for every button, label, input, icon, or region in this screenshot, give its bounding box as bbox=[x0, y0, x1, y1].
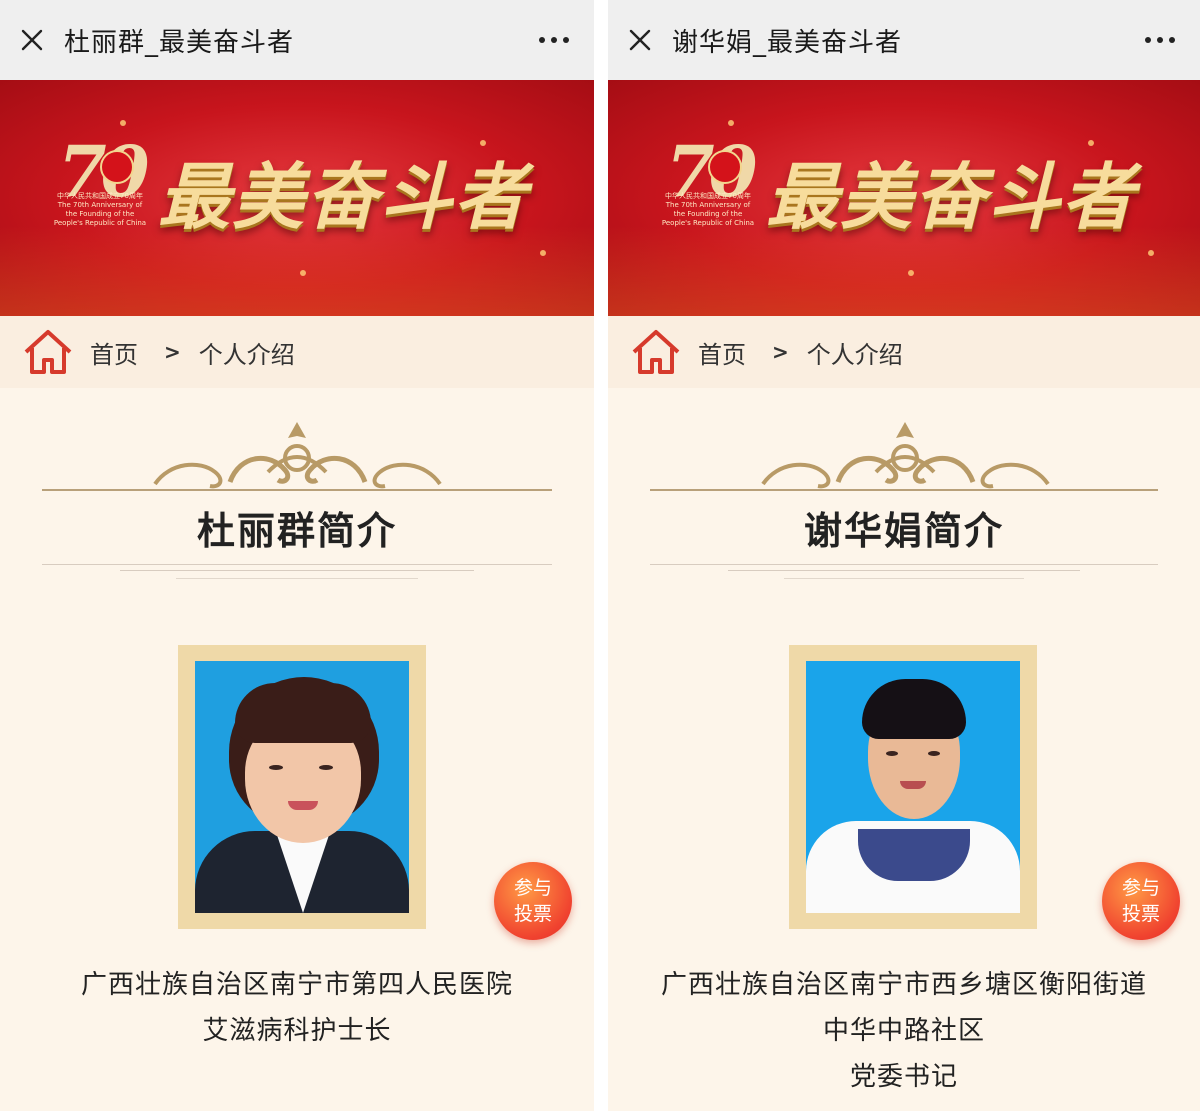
vote-button-line2: 投票 bbox=[1121, 903, 1160, 925]
divider bbox=[176, 578, 418, 579]
description-line: 广西壮族自治区南宁市第四人民医院 bbox=[80, 970, 513, 1000]
close-button[interactable] bbox=[608, 0, 672, 80]
banner-title: 最美奋斗者 bbox=[158, 154, 529, 239]
more-dot-icon bbox=[551, 37, 557, 43]
sparkle bbox=[300, 270, 306, 276]
home-icon[interactable] bbox=[22, 326, 74, 378]
sparkle bbox=[728, 120, 734, 126]
divider bbox=[728, 570, 1080, 571]
portrait-scarf bbox=[858, 829, 970, 881]
anniversary-caption: 中华人民共和国成立70周年 The 70th Anniversary of th… bbox=[661, 192, 755, 227]
portrait-photo bbox=[195, 661, 409, 913]
screen-right: 谢华娟_最美奋斗者 70 中华人民共和国成立70周年 The 70th Anni… bbox=[608, 0, 1200, 1111]
breadcrumb: 首页 > 个人介绍 bbox=[608, 316, 1200, 388]
national-emblem-icon bbox=[708, 150, 742, 184]
divider bbox=[42, 564, 552, 565]
close-button[interactable] bbox=[0, 0, 64, 80]
portrait-mouth bbox=[900, 781, 926, 789]
more-dot-icon bbox=[539, 37, 545, 43]
divider bbox=[120, 570, 474, 571]
person-description: 广西壮族自治区南宁市西乡塘区衡阳街道 中华中路社区 党委书记 bbox=[608, 962, 1200, 1100]
vote-button[interactable]: 参与 投票 bbox=[494, 862, 572, 940]
vote-button-line1: 参与 bbox=[1121, 877, 1160, 899]
portrait-mouth bbox=[288, 801, 318, 810]
vote-button-line2: 投票 bbox=[513, 903, 552, 925]
portrait-eye bbox=[269, 765, 283, 770]
screens-container: 杜丽群_最美奋斗者 70 中华人民共和国成立70周年 The 70th Anni… bbox=[0, 0, 1200, 1111]
title-bar: 谢华娟_最美奋斗者 bbox=[608, 0, 1200, 80]
banner-title: 最美奋斗者 bbox=[766, 154, 1137, 239]
divider bbox=[650, 564, 1158, 565]
window-title: 杜丽群_最美奋斗者 bbox=[64, 27, 295, 58]
decorative-ornament-icon bbox=[650, 422, 1158, 491]
screen-left: 杜丽群_最美奋斗者 70 中华人民共和国成立70周年 The 70th Anni… bbox=[0, 0, 594, 1111]
description-line: 广西壮族自治区南宁市西乡塘区衡阳街道 bbox=[660, 970, 1147, 1000]
vote-button[interactable]: 参与 投票 bbox=[1102, 862, 1180, 940]
home-icon[interactable] bbox=[630, 326, 682, 378]
breadcrumb-home-link[interactable]: 首页 bbox=[90, 335, 138, 370]
portrait-frame bbox=[789, 645, 1037, 929]
close-icon bbox=[629, 29, 651, 51]
description-line: 党委书记 bbox=[849, 1062, 958, 1092]
divider bbox=[784, 578, 1024, 579]
sparkle bbox=[120, 120, 126, 126]
breadcrumb-separator: > bbox=[164, 340, 181, 364]
window-title: 谢华娟_最美奋斗者 bbox=[672, 27, 903, 58]
sparkle bbox=[540, 250, 546, 256]
breadcrumb-current: 个人介绍 bbox=[198, 340, 295, 369]
breadcrumb-home-link[interactable]: 首页 bbox=[698, 335, 746, 370]
portrait-eye bbox=[928, 751, 940, 756]
banner: 70 中华人民共和国成立70周年 The 70th Anniversary of… bbox=[0, 80, 594, 316]
more-options-button[interactable] bbox=[514, 0, 594, 80]
portrait-hair bbox=[862, 679, 966, 739]
title-bar: 杜丽群_最美奋斗者 bbox=[0, 0, 594, 80]
close-icon bbox=[21, 29, 43, 51]
portrait-photo bbox=[806, 661, 1020, 913]
intro-heading: 谢华娟简介 bbox=[803, 509, 1004, 553]
more-dot-icon bbox=[563, 37, 569, 43]
portrait-bangs bbox=[235, 683, 371, 743]
description-line: 中华中路社区 bbox=[822, 1016, 985, 1046]
intro-heading: 杜丽群简介 bbox=[196, 509, 397, 553]
person-description: 广西壮族自治区南宁市第四人民医院 艾滋病科护士长 bbox=[0, 962, 594, 1054]
more-options-button[interactable] bbox=[1120, 0, 1200, 80]
portrait-eye bbox=[886, 751, 898, 756]
sparkle bbox=[1148, 250, 1154, 256]
portrait-eye bbox=[319, 765, 333, 770]
banner: 70 中华人民共和国成立70周年 The 70th Anniversary of… bbox=[608, 80, 1200, 316]
more-dot-icon bbox=[1169, 37, 1175, 43]
anniversary-caption: 中华人民共和国成立70周年 The 70th Anniversary of th… bbox=[53, 192, 147, 227]
breadcrumb-separator: > bbox=[772, 340, 789, 364]
portrait-frame bbox=[178, 645, 426, 929]
description-line: 艾滋病科护士长 bbox=[202, 1016, 392, 1046]
vote-button-line1: 参与 bbox=[513, 877, 552, 899]
breadcrumb-current: 个人介绍 bbox=[806, 340, 903, 369]
breadcrumb: 首页 > 个人介绍 bbox=[0, 316, 594, 388]
more-dot-icon bbox=[1145, 37, 1151, 43]
sparkle bbox=[908, 270, 914, 276]
more-dot-icon bbox=[1157, 37, 1163, 43]
decorative-ornament-icon bbox=[42, 422, 552, 491]
national-emblem-icon bbox=[100, 150, 134, 184]
